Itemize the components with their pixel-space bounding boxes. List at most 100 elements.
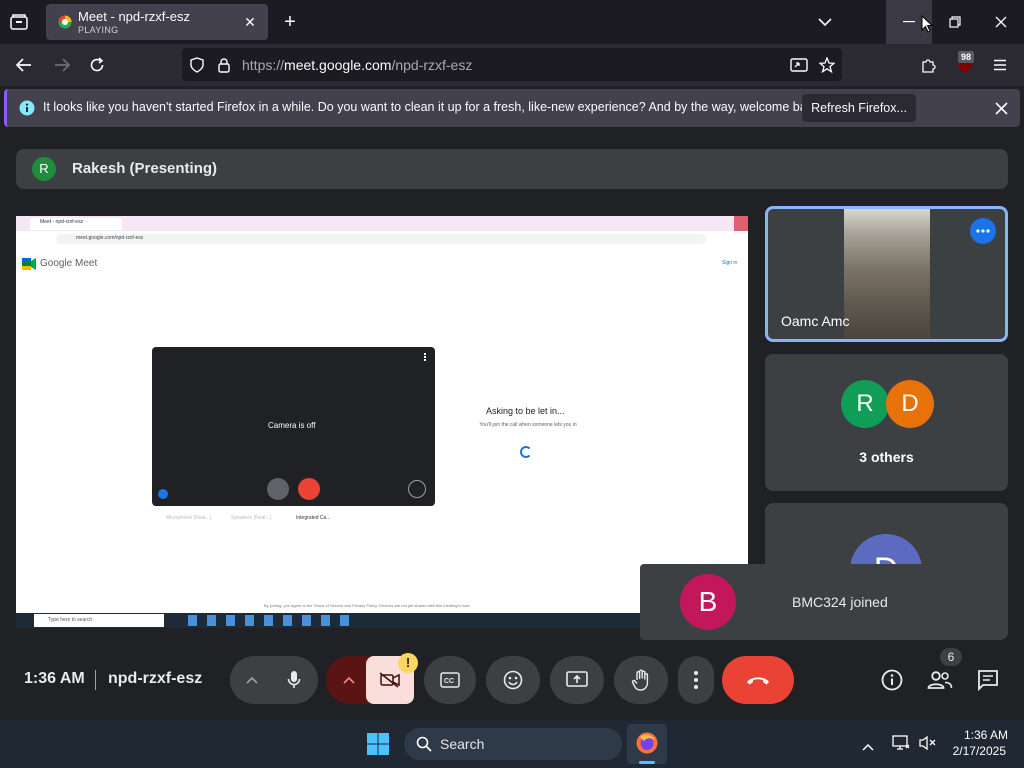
list-all-tabs-icon[interactable] bbox=[815, 12, 835, 32]
loading-spinner-icon bbox=[520, 446, 532, 458]
camera-off-icon bbox=[379, 672, 400, 688]
camera-warning-badge: ! bbox=[398, 653, 418, 673]
shared-close-box bbox=[734, 216, 748, 231]
meet-call-area: R Rakesh (Presenting) Meet - npd-rzxf-es… bbox=[0, 130, 1024, 720]
browser-tab-bar: Meet - npd-rzxf-esz PLAYING ✕ + bbox=[0, 0, 1024, 44]
reactions-button[interactable] bbox=[486, 656, 540, 704]
shared-url: meet.google.com/npd-rzxf-esz bbox=[76, 235, 144, 241]
taskbar-search-label: Search bbox=[440, 736, 485, 752]
notification-message: It looks like you haven't started Firefo… bbox=[43, 100, 823, 114]
asking-title: Asking to be let in... bbox=[486, 406, 565, 416]
extension-badge: 98 bbox=[958, 51, 975, 63]
close-window-button[interactable] bbox=[978, 0, 1024, 44]
captions-button[interactable]: CC bbox=[424, 656, 476, 704]
people-button[interactable] bbox=[916, 656, 964, 704]
shared-footer: By joining, you agree to the Terms of Se… bbox=[264, 603, 471, 608]
chat-button[interactable] bbox=[964, 656, 1012, 704]
chevron-up-icon bbox=[246, 676, 258, 684]
taskbar-firefox-button[interactable] bbox=[627, 724, 667, 764]
network-icon[interactable] bbox=[892, 735, 910, 751]
present-screen-button[interactable] bbox=[550, 656, 604, 704]
preview-effects-icon bbox=[408, 480, 426, 498]
camera-off-label: Camera is off bbox=[268, 421, 316, 430]
participant-video bbox=[844, 209, 930, 339]
url-bar[interactable]: https://meet.google.com/npd-rzxf-esz bbox=[182, 48, 842, 81]
hang-up-icon bbox=[747, 677, 769, 685]
taskbar-time[interactable]: 1:36 AM bbox=[948, 728, 1008, 742]
participant-name: Oamc Amc bbox=[781, 313, 850, 329]
chevron-up-icon bbox=[343, 676, 355, 684]
joined-avatar: B bbox=[680, 574, 736, 630]
back-icon[interactable] bbox=[12, 54, 36, 76]
shared-camera-device: Integrated Ca... bbox=[296, 515, 331, 521]
shared-address-bar bbox=[56, 234, 706, 244]
emoji-icon bbox=[503, 670, 523, 690]
extensions-puzzle-icon[interactable] bbox=[918, 54, 940, 76]
more-vert-icon bbox=[694, 671, 698, 689]
padlock-icon[interactable] bbox=[216, 56, 232, 74]
windows-start-icon[interactable] bbox=[366, 732, 392, 758]
new-tab-icon[interactable]: + bbox=[280, 11, 300, 33]
taskbar-date[interactable]: 2/17/2025 bbox=[934, 744, 1006, 758]
taskbar-search-icon bbox=[416, 736, 432, 752]
meeting-details-button[interactable] bbox=[868, 656, 916, 704]
refresh-firefox-notification: It looks like you haven't started Firefo… bbox=[4, 89, 1020, 127]
bookmark-star-icon[interactable] bbox=[818, 56, 836, 74]
people-icon bbox=[927, 671, 953, 689]
hamburger-menu-icon[interactable] bbox=[989, 54, 1011, 76]
chat-icon bbox=[978, 670, 998, 691]
meeting-code: npd-rzxf-esz bbox=[108, 670, 203, 687]
info-separator bbox=[95, 670, 96, 690]
taskbar-search-box[interactable]: Search bbox=[404, 728, 622, 760]
preview-mic-icon bbox=[267, 478, 289, 500]
screen-share-indicator-icon[interactable] bbox=[789, 56, 809, 74]
raise-hand-icon bbox=[631, 669, 649, 691]
shared-speaker-device: Speakers (Real...) bbox=[231, 515, 272, 521]
joined-message: BMC324 joined bbox=[792, 594, 888, 610]
presenter-banner: R Rakesh (Presenting) bbox=[16, 149, 1008, 189]
preview-more-icon bbox=[424, 353, 426, 361]
present-icon bbox=[566, 671, 588, 687]
browser-nav-bar: https://meet.google.com/npd-rzxf-esz 98 bbox=[0, 44, 1024, 86]
shared-taskbar-search-text: Type here to search bbox=[48, 617, 93, 623]
tab-close-icon[interactable]: ✕ bbox=[240, 12, 260, 32]
shared-brand: Google Meet bbox=[40, 258, 98, 269]
forward-icon[interactable] bbox=[50, 54, 74, 76]
closed-captions-icon: CC bbox=[440, 672, 460, 688]
preview-sparkle-icon bbox=[158, 489, 168, 499]
shared-tab-strip bbox=[16, 216, 748, 231]
avatar-d: D bbox=[886, 380, 934, 428]
shared-taskbar-apps bbox=[188, 615, 353, 626]
microphone-icon bbox=[287, 671, 301, 688]
more-options-button[interactable] bbox=[678, 656, 714, 704]
active-app-indicator bbox=[639, 761, 655, 764]
leave-call-button[interactable] bbox=[722, 656, 794, 704]
microphone-button[interactable] bbox=[270, 656, 318, 704]
svg-text:CC: CC bbox=[444, 678, 454, 685]
asking-subtitle: You'll join the call when someone lets y… bbox=[479, 422, 577, 428]
restore-window-button[interactable] bbox=[932, 0, 978, 44]
tracking-protection-shield-icon[interactable] bbox=[188, 56, 206, 74]
tray-chevron-up-icon[interactable] bbox=[862, 738, 876, 751]
avatar-r: R bbox=[841, 380, 889, 428]
participant-joined-toast: B BMC324 joined bbox=[640, 564, 1004, 640]
presenter-label: Rakesh (Presenting) bbox=[72, 160, 218, 177]
firefox-icon bbox=[636, 732, 658, 754]
info-outline-icon bbox=[881, 669, 903, 691]
refresh-firefox-button[interactable]: Refresh Firefox... bbox=[802, 94, 916, 122]
url-text: https://meet.google.com/npd-rzxf-esz bbox=[242, 57, 473, 73]
meeting-clock: 1:36 AM bbox=[24, 670, 85, 687]
reload-icon[interactable] bbox=[85, 54, 109, 76]
participant-tile-oamc[interactable]: Oamc Amc bbox=[765, 206, 1008, 342]
preview-camera-off-icon bbox=[298, 478, 320, 500]
browser-tab-meet[interactable]: Meet - npd-rzxf-esz PLAYING ✕ bbox=[46, 4, 268, 40]
raise-hand-button[interactable] bbox=[614, 656, 668, 704]
others-tile[interactable]: R D 3 others bbox=[765, 354, 1008, 491]
tab-playing-status: PLAYING bbox=[78, 25, 119, 35]
notification-close-icon[interactable] bbox=[991, 98, 1011, 118]
info-icon bbox=[19, 100, 35, 116]
firefox-view-icon[interactable] bbox=[8, 12, 30, 32]
participant-more-options-icon[interactable] bbox=[970, 218, 996, 244]
presenter-avatar: R bbox=[32, 157, 56, 181]
meet-favicon-icon bbox=[58, 15, 72, 29]
